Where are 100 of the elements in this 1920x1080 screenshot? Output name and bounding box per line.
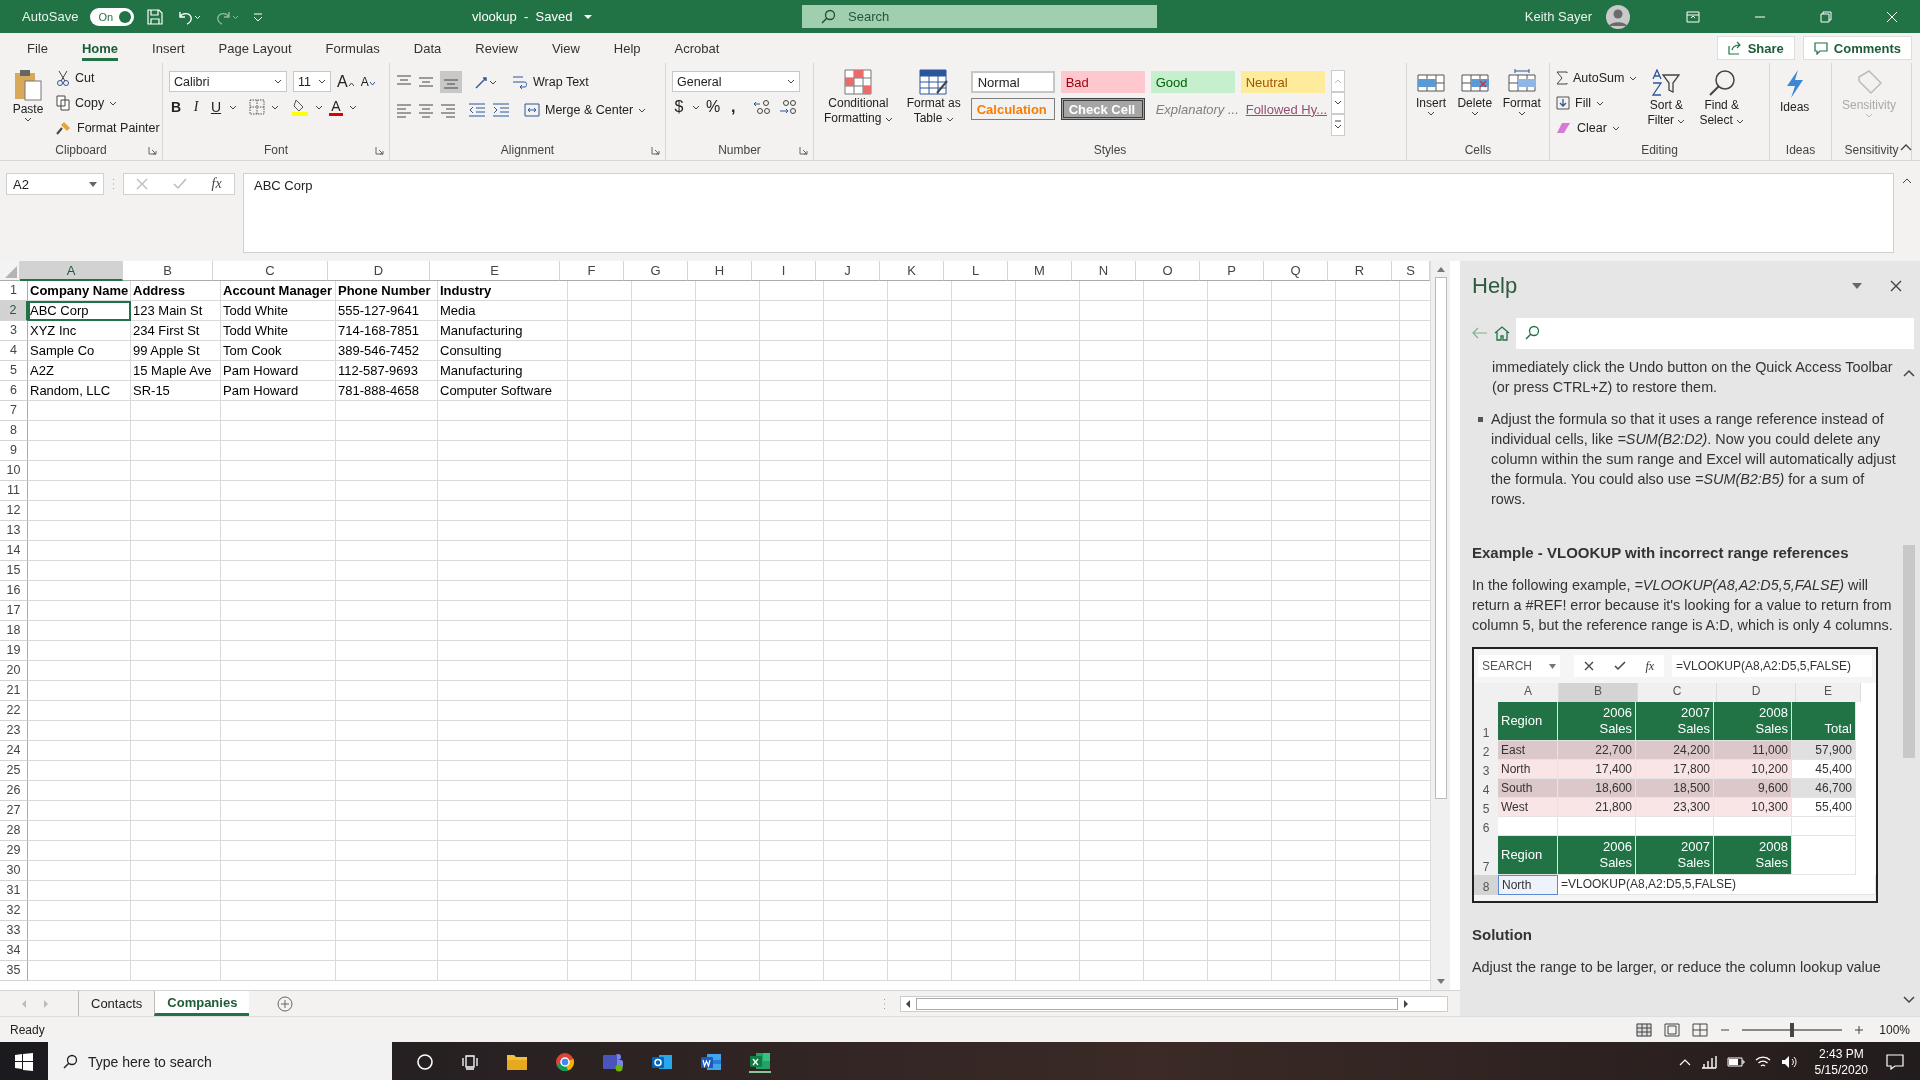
font-name-dropdown[interactable]: Calibri (169, 71, 287, 92)
row-header[interactable]: 5 (0, 361, 28, 381)
row-header[interactable]: 7 (0, 401, 28, 421)
grid-cell[interactable]: ABC Corp (28, 301, 131, 321)
row-header[interactable]: 22 (0, 701, 28, 721)
find-select-button[interactable]: Find & Select (1695, 67, 1749, 129)
grid-cell[interactable]: Random, LLC (28, 381, 131, 401)
volume-icon[interactable] (1780, 1055, 1797, 1069)
wrap-text-button[interactable]: Wrap Text (512, 71, 589, 93)
shrink-font-button[interactable]: A (360, 74, 376, 89)
font-color-button[interactable]: A (329, 98, 343, 116)
fill-color-icon[interactable] (291, 98, 309, 116)
launcher-icon[interactable] (148, 145, 157, 155)
spreadsheet-app-icon[interactable] (749, 1051, 771, 1073)
caret-icon[interactable] (229, 104, 237, 110)
next-sheet-icon[interactable] (42, 998, 50, 1009)
caret-icon[interactable] (315, 104, 323, 110)
format-painter-button[interactable]: Format Painter (56, 117, 160, 139)
chevron-up-icon[interactable] (1678, 1058, 1691, 1066)
row-header[interactable]: 25 (0, 761, 28, 781)
grid-cell[interactable]: SR-15 (131, 381, 221, 401)
sheet-tab[interactable]: Companies (154, 991, 250, 1016)
scrollbar-thumb[interactable] (1434, 277, 1447, 799)
formula-field[interactable]: ABC Corp (243, 173, 1894, 253)
comments-button[interactable]: Comments (1802, 36, 1912, 60)
currency-button[interactable]: $ (672, 98, 686, 116)
grid-cell[interactable]: Todd White (221, 321, 336, 341)
font-size-dropdown[interactable]: 11 (293, 71, 331, 92)
scrollbar-thumb[interactable] (916, 997, 1398, 1010)
grid-cell[interactable]: Phone Number (336, 281, 438, 301)
grid-cell[interactable]: Sample Co (28, 341, 131, 361)
grid-cell[interactable]: Media (438, 301, 568, 321)
fill-button[interactable]: Fill (1556, 92, 1638, 114)
copy-button[interactable]: Copy (56, 92, 160, 114)
collapse-ribbon-icon[interactable] (1900, 143, 1912, 151)
align-bottom-icon[interactable] (440, 71, 462, 93)
grid-cell[interactable]: Industry (438, 281, 568, 301)
taskbar-search-field[interactable]: Type here to search (48, 1042, 392, 1080)
column-header[interactable]: F (560, 261, 624, 281)
home-icon[interactable] (1494, 325, 1510, 341)
launcher-icon[interactable] (375, 145, 384, 155)
scroll-right-icon[interactable] (1402, 998, 1410, 1009)
previous-sheet-icon[interactable] (20, 998, 28, 1009)
column-header[interactable]: S (1392, 261, 1430, 281)
row-header[interactable]: 15 (0, 561, 28, 581)
cell-style[interactable]: Bad (1060, 71, 1145, 93)
align-right-icon[interactable] (440, 102, 456, 118)
row-header[interactable]: 8 (0, 421, 28, 441)
sort-filter-button[interactable]: Sort & Filter (1643, 67, 1690, 129)
clock-date[interactable]: 5/15/2020 (1814, 1062, 1868, 1078)
row-header[interactable]: 26 (0, 781, 28, 801)
borders-icon[interactable] (249, 99, 265, 115)
launcher-icon[interactable] (799, 145, 808, 155)
decrease-decimal-icon[interactable] (778, 99, 799, 115)
column-header[interactable]: L (944, 261, 1008, 281)
ideas-button[interactable]: Ideas (1776, 67, 1814, 116)
grid-cell[interactable]: Account Manager (221, 281, 336, 301)
row-header[interactable]: 30 (0, 861, 28, 881)
comma-style-button[interactable]: , (726, 98, 741, 116)
column-header[interactable]: B (123, 261, 213, 281)
grid-cell[interactable]: 123 Main St (131, 301, 221, 321)
autosum-button[interactable]: AutoSum (1556, 67, 1638, 89)
align-left-icon[interactable] (396, 102, 412, 118)
grid-cell[interactable]: Manufacturing (438, 361, 568, 381)
orientation-icon[interactable] (474, 74, 498, 90)
grid-cell[interactable]: 781-888-4658 (336, 381, 438, 401)
row-header[interactable]: 16 (0, 581, 28, 601)
row-header[interactable]: 33 (0, 921, 28, 941)
scroll-left-icon[interactable] (904, 998, 912, 1009)
row-header[interactable]: 28 (0, 821, 28, 841)
column-header[interactable]: N (1072, 261, 1136, 281)
number-format-dropdown[interactable]: General (672, 71, 800, 92)
scrollbar[interactable] (900, 995, 1448, 1012)
column-header[interactable]: D (328, 261, 430, 281)
team-app-icon[interactable] (602, 1052, 624, 1072)
wifi-icon[interactable] (1754, 1055, 1771, 1069)
save-icon[interactable] (146, 7, 165, 26)
back-icon[interactable] (1472, 327, 1488, 339)
grid-cell[interactable]: 234 First St (131, 321, 221, 341)
grid-cell[interactable]: A2Z (28, 361, 131, 381)
grow-font-button[interactable]: A (337, 72, 355, 91)
row-header[interactable]: 31 (0, 881, 28, 901)
ribbon-tab[interactable]: View (534, 33, 597, 63)
italic-button[interactable]: I (189, 99, 203, 115)
column-header[interactable]: Q (1264, 261, 1328, 281)
cells-button[interactable]: Delete (1455, 67, 1495, 118)
merge-center-button[interactable]: Merge & Center (524, 99, 647, 121)
scroll-down-icon[interactable] (1435, 978, 1446, 986)
grid-cell[interactable]: 15 Maple Ave (131, 361, 221, 381)
scroll-up-icon[interactable] (1903, 369, 1915, 377)
normal-view-icon[interactable] (1636, 1022, 1652, 1037)
notification-icon[interactable] (1886, 1054, 1904, 1070)
align-center-icon[interactable] (418, 102, 434, 118)
row-header[interactable]: 20 (0, 661, 28, 681)
row-header[interactable]: 3 (0, 321, 28, 341)
row-header[interactable]: 35 (0, 961, 28, 981)
ribbon-tab[interactable]: Acrobat (657, 33, 737, 63)
grid-cell[interactable]: Manufacturing (438, 321, 568, 341)
document-title[interactable]: vlookup - Saved (472, 9, 792, 24)
zoom-slider[interactable] (1790, 1022, 1794, 1037)
